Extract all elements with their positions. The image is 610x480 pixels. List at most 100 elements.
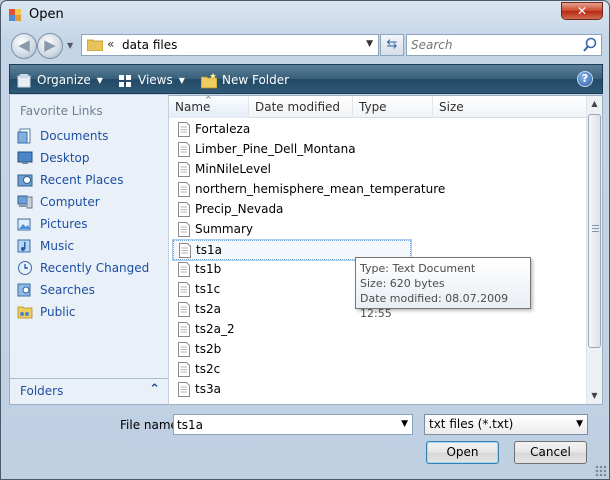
favorite-link-desktop[interactable]: Desktop bbox=[16, 149, 166, 171]
column-header-name[interactable]: ^ Name bbox=[169, 95, 249, 118]
recent-places-icon bbox=[17, 174, 33, 187]
file-row[interactable]: northern_hemisphere_mean_temperature bbox=[173, 180, 583, 200]
favorite-link-computer[interactable]: Computer bbox=[16, 193, 166, 215]
favorite-link-label: Recently Changed bbox=[40, 261, 150, 275]
column-header-size[interactable]: Size bbox=[433, 96, 589, 118]
scroll-down-icon[interactable]: ▼ bbox=[587, 388, 602, 404]
file-row[interactable]: ts2a_2 bbox=[173, 320, 583, 340]
search-icon[interactable] bbox=[582, 36, 598, 54]
recently-changed-icon bbox=[18, 261, 32, 275]
public-folder-icon bbox=[17, 306, 33, 319]
file-name: Summary bbox=[195, 222, 253, 236]
back-button[interactable]: ◀ bbox=[11, 33, 37, 59]
views-label: Views bbox=[138, 73, 173, 87]
favorite-link-searches[interactable]: Searches bbox=[16, 281, 166, 303]
file-name: ts3a bbox=[195, 382, 221, 396]
tooltip-date-modified: Date modified: 08.07.2009 12:55 bbox=[360, 292, 509, 320]
breadcrumb-current-folder[interactable]: data files bbox=[122, 38, 177, 52]
favorite-links-heading: Favorite Links bbox=[20, 104, 103, 118]
file-row[interactable]: Precip_Nevada bbox=[173, 200, 583, 220]
scroll-up-icon[interactable]: ▲ bbox=[587, 96, 602, 112]
text-document-icon bbox=[178, 262, 190, 277]
file-row[interactable]: Limber_Pine_Dell_Montana bbox=[173, 140, 583, 160]
favorite-link-recently-changed[interactable]: Recently Changed bbox=[16, 259, 166, 281]
file-name: ts1b bbox=[195, 262, 222, 276]
column-header-label: Size bbox=[439, 100, 464, 114]
file-name: ts2a_2 bbox=[195, 322, 235, 336]
file-name: northern_hemisphere_mean_temperature bbox=[195, 182, 446, 196]
column-header-type[interactable]: Type bbox=[353, 96, 433, 118]
text-document-icon bbox=[178, 142, 190, 157]
scrollbar-thumb[interactable] bbox=[588, 114, 601, 348]
breadcrumb-overflow-icon[interactable]: « bbox=[107, 37, 114, 51]
favorite-link-public[interactable]: Public bbox=[16, 303, 166, 325]
file-name: Limber_Pine_Dell_Montana bbox=[195, 142, 356, 156]
vertical-scrollbar[interactable]: ▲ ▼ bbox=[586, 96, 602, 404]
file-row[interactable]: ts2b bbox=[173, 340, 583, 360]
help-button[interactable]: ? bbox=[577, 71, 593, 87]
favorite-link-label: Searches bbox=[40, 283, 95, 297]
forward-button[interactable]: ▶ bbox=[37, 33, 63, 59]
text-document-icon bbox=[179, 243, 191, 258]
resize-grip-icon[interactable] bbox=[595, 465, 607, 477]
help-icon: ? bbox=[581, 72, 589, 85]
file-name-input[interactable] bbox=[177, 417, 392, 432]
favorite-link-label: Computer bbox=[40, 195, 100, 209]
address-bar[interactable]: « data files ▼ bbox=[81, 34, 379, 56]
favorite-link-documents[interactable]: Documents bbox=[16, 127, 166, 149]
chevron-down-icon: ▼ bbox=[576, 419, 583, 429]
organize-dropdown-icon: ▼ bbox=[96, 75, 103, 85]
favorite-link-music[interactable]: Music bbox=[16, 237, 166, 259]
tooltip-type: Type: Text Document bbox=[360, 262, 476, 275]
favorite-link-recent-places[interactable]: Recent Places bbox=[16, 171, 166, 193]
title-bar[interactable]: Open ✕ bbox=[1, 1, 609, 29]
close-icon: ✕ bbox=[576, 4, 588, 18]
file-row[interactable]: Fortaleza bbox=[173, 120, 583, 140]
favorite-link-label: Desktop bbox=[40, 151, 90, 165]
folders-toggle[interactable]: Folders ⌃ bbox=[10, 378, 168, 404]
chevron-up-icon: ⌃ bbox=[149, 382, 160, 397]
favorite-link-label: Music bbox=[40, 239, 75, 253]
address-dropdown-icon[interactable]: ▼ bbox=[366, 39, 373, 49]
text-document-icon bbox=[178, 302, 190, 317]
new-folder-icon bbox=[201, 72, 217, 88]
file-row[interactable]: Summary bbox=[173, 220, 583, 240]
close-button[interactable]: ✕ bbox=[561, 2, 603, 20]
file-row[interactable]: ts3a bbox=[173, 380, 583, 400]
text-document-icon bbox=[178, 342, 190, 357]
search-input[interactable] bbox=[411, 37, 571, 53]
new-folder-button[interactable]: New Folder bbox=[201, 71, 289, 89]
favorite-link-pictures[interactable]: Pictures bbox=[16, 215, 166, 237]
window-title: Open bbox=[29, 7, 64, 22]
text-document-icon bbox=[178, 362, 190, 377]
refresh-button[interactable]: ⇆ bbox=[380, 34, 404, 56]
open-button[interactable]: Open bbox=[426, 441, 499, 464]
views-icon bbox=[119, 74, 131, 87]
column-header-date-modified[interactable]: Date modified bbox=[249, 96, 353, 118]
file-list-pane: ^ Name Date modified Type Size Fortaleza… bbox=[168, 95, 603, 405]
text-document-icon bbox=[178, 162, 190, 177]
folder-icon bbox=[87, 39, 103, 51]
file-type-select[interactable]: txt files (*.txt) ▼ bbox=[424, 414, 588, 435]
text-document-icon bbox=[178, 222, 190, 237]
organize-menu-button[interactable]: Organize ▼ bbox=[16, 71, 103, 89]
file-info-tooltip: Type: Text Document Size: 620 bytes Date… bbox=[355, 257, 531, 320]
folders-label: Folders bbox=[20, 384, 64, 398]
text-document-icon bbox=[178, 282, 190, 297]
new-folder-label: New Folder bbox=[222, 73, 290, 87]
address-row: ◀ ▶ ▼ « data files ▼ ⇆ bbox=[9, 32, 602, 59]
file-name: MinNileLevel bbox=[195, 162, 271, 176]
recent-pages-dropdown-icon[interactable]: ▼ bbox=[67, 41, 73, 50]
views-dropdown-icon: ▼ bbox=[178, 75, 185, 85]
navigation-pane: Favorite Links Documents Desktop Recent … bbox=[9, 95, 168, 405]
open-dialog: Open ✕ ◀ ▶ ▼ « data files ▼ ⇆ Search Org… bbox=[0, 0, 610, 480]
file-row[interactable]: ts2c bbox=[173, 360, 583, 380]
column-header-label: Type bbox=[359, 100, 387, 114]
file-name-dropdown-icon[interactable]: ▼ bbox=[401, 419, 408, 429]
file-name: ts2c bbox=[195, 362, 221, 376]
cancel-button[interactable]: Cancel bbox=[514, 441, 587, 464]
organize-label: Organize bbox=[37, 73, 91, 87]
back-arrow-icon: ◀ bbox=[18, 36, 30, 54]
file-row[interactable]: MinNileLevel bbox=[173, 160, 583, 180]
views-menu-button[interactable]: Views ▼ bbox=[117, 71, 185, 89]
